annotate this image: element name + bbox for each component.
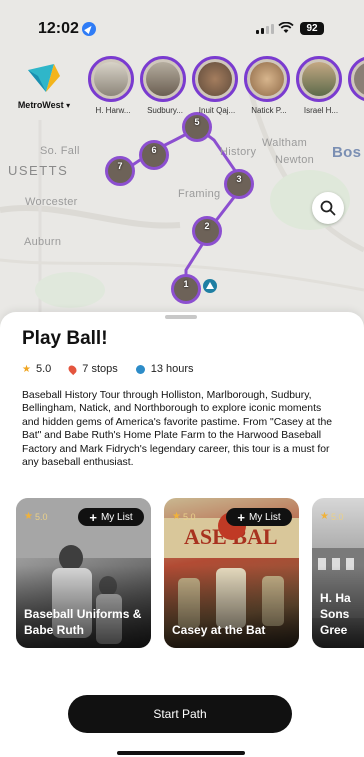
- star-icon: ★: [22, 363, 31, 375]
- card-rating: ★ 5.0: [24, 511, 48, 522]
- stop-cards-carousel[interactable]: ★ 5.0 + My List Baseball Uniforms & Babe R…: [16, 498, 364, 648]
- tour-rating: ★ 5.0: [22, 363, 52, 375]
- location-services-icon: [82, 22, 96, 36]
- status-bar: 12:02 92: [0, 0, 364, 52]
- region-name: MetroWest: [17, 100, 64, 110]
- tour-stops: 7 stops: [67, 363, 118, 375]
- sheet-grabber[interactable]: [165, 315, 197, 319]
- map-label-framingham: Framing: [178, 188, 221, 200]
- card-title: Casey at the Bat: [172, 623, 266, 637]
- map-pin-icon: [67, 363, 79, 375]
- map-stop-2[interactable]: 2: [192, 216, 222, 246]
- star-icon: ★: [24, 511, 33, 522]
- tour-avatar-5[interactable]: N: [348, 56, 364, 115]
- plus-icon: +: [89, 509, 97, 525]
- wifi-icon: [278, 21, 294, 38]
- map-label-newton: Newton: [275, 154, 315, 166]
- navigation-arrow-icon: [203, 279, 217, 293]
- stop-card-2[interactable]: ★ 5.0 H. Ha Sons Gree: [312, 498, 364, 648]
- map-label-state: USETTS: [8, 163, 69, 178]
- map-label-history: History: [220, 146, 257, 158]
- map-label-fall: So. Fall: [40, 145, 80, 157]
- add-to-my-list-button[interactable]: + My List: [78, 508, 144, 526]
- tour-description: Baseball History Tour through Holliston,…: [22, 390, 333, 469]
- region-selector[interactable]: MetroWest ▾: [8, 58, 78, 118]
- status-time: 12:02: [38, 20, 79, 37]
- tour-avatar-3[interactable]: Natick P...: [244, 56, 294, 115]
- cellular-signal-icon: [256, 24, 274, 34]
- plus-icon: +: [237, 509, 245, 525]
- start-path-button[interactable]: Start Path: [68, 695, 292, 733]
- star-icon: ★: [320, 511, 329, 522]
- search-icon: [320, 200, 336, 216]
- tour-title: Play Ball!: [22, 328, 108, 349]
- metrowest-logo-icon: [28, 64, 60, 92]
- map-label-worcester: Worcester: [25, 196, 78, 208]
- clock-icon: [135, 364, 145, 374]
- tour-map[interactable]: USETTS Worcester Auburn Waltham Newton B…: [0, 0, 364, 330]
- tour-avatar-1[interactable]: Sudbury...: [140, 56, 190, 115]
- home-indicator[interactable]: [117, 751, 245, 755]
- map-stop-3[interactable]: 3: [224, 169, 254, 199]
- battery-icon: 92: [300, 22, 324, 35]
- map-stop-7[interactable]: 7: [105, 156, 135, 186]
- tour-detail-sheet: Play Ball! ★ 5.0 7 stops 13 hours Baseba…: [0, 312, 364, 757]
- tour-carousel[interactable]: H. Harw... Sudbury... Inuit Qaj... Natic…: [86, 56, 364, 122]
- add-to-my-list-button[interactable]: + My List: [226, 508, 292, 526]
- tour-avatar-4[interactable]: Israel H...: [296, 56, 346, 115]
- tour-duration: 13 hours: [135, 363, 194, 375]
- stop-card-1[interactable]: ASE BAL ★5.0 +My List Casey at the Bat: [164, 498, 299, 648]
- tour-avatar-2[interactable]: Inuit Qaj...: [192, 56, 242, 115]
- stop-card-0[interactable]: ★ 5.0 + My List Baseball Uniforms & Babe R…: [16, 498, 151, 648]
- card-rating: ★ 5.0: [172, 511, 196, 522]
- tour-meta: ★ 5.0 7 stops 13 hours: [22, 363, 212, 375]
- card-title: H. Ha Sons Gree: [320, 591, 351, 637]
- tour-avatar-0[interactable]: H. Harw...: [88, 56, 138, 115]
- map-stop-1[interactable]: 1: [171, 274, 201, 304]
- chevron-down-icon: ▾: [66, 101, 71, 110]
- map-label-boston: Bos: [332, 144, 362, 161]
- card-title: Baseball Uniforms & Babe Ruth: [24, 607, 142, 637]
- map-label-auburn: Auburn: [24, 236, 62, 248]
- map-label-waltham: Waltham: [262, 137, 308, 149]
- star-icon: ★: [172, 511, 181, 522]
- map-search-button[interactable]: [312, 192, 344, 224]
- card-rating: ★ 5.0: [320, 511, 344, 522]
- map-stop-6[interactable]: 6: [139, 140, 169, 170]
